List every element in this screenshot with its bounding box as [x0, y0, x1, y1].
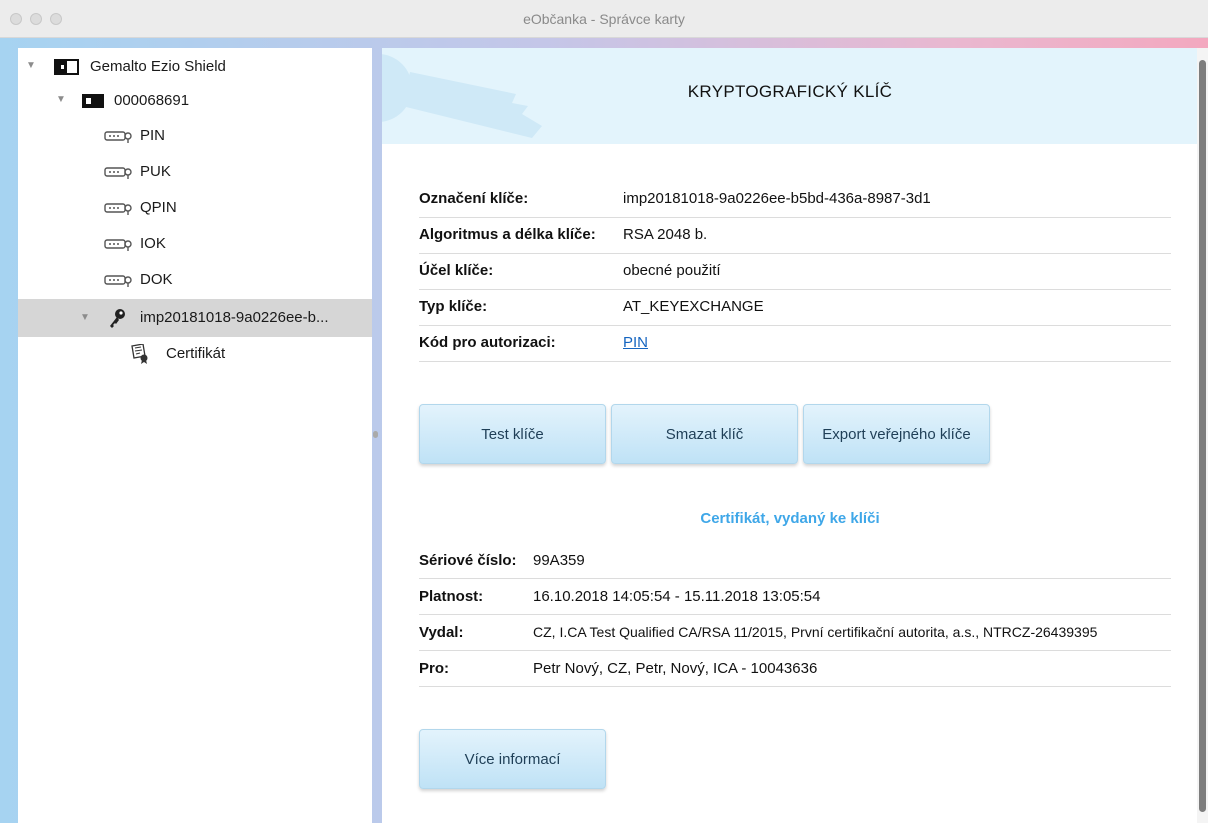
serial-number-label: Sériové číslo:	[419, 552, 517, 569]
window-title: eObčanka - Správce karty	[523, 11, 685, 27]
algorithm-value: RSA 2048 b.	[623, 226, 708, 243]
tree-item-key-selected[interactable]: ▼ imp20181018-9a0226ee-b...	[18, 299, 372, 337]
auth-code-value: PIN	[623, 334, 648, 351]
title-bar: eObčanka - Správce karty	[0, 0, 1208, 38]
subject-value: Petr Nový, CZ, Petr, Nový, ICA - 1004363…	[533, 660, 818, 677]
divider	[419, 253, 1171, 254]
algorithm-label: Algoritmus a délka klíče:	[419, 226, 596, 243]
tree-label-dok: DOK	[140, 271, 173, 288]
pin-keypad-icon	[104, 202, 134, 219]
key-type-value: AT_KEYEXCHANGE	[623, 298, 764, 315]
key-type-label: Typ klíče:	[419, 298, 488, 315]
export-public-key-button[interactable]: Export veřejného klíče	[803, 404, 990, 464]
divider	[419, 614, 1171, 615]
tree-item-card[interactable]: ▼ 000068691	[18, 84, 372, 118]
card-tree: ▼ Gemalto Ezio Shield ▼ 000068691 PIN PU…	[18, 48, 372, 823]
tree-item-certificate[interactable]: Certifikát	[18, 337, 372, 371]
tree-item-dok[interactable]: DOK	[18, 263, 372, 297]
tree-label-iok: IOK	[140, 235, 166, 252]
divider	[419, 361, 1171, 362]
purpose-value: obecné použití	[623, 262, 721, 279]
tree-label-pin: PIN	[140, 127, 166, 144]
tree-label-qpin: QPIN	[140, 199, 177, 216]
key-name-label: Označení klíče:	[419, 190, 529, 207]
tree-item-iok[interactable]: IOK	[18, 227, 372, 261]
delete-key-button[interactable]: Smazat klíč	[611, 404, 798, 464]
subject-label: Pro:	[419, 660, 449, 677]
divider	[419, 289, 1171, 290]
tree-label-puk: PUK	[140, 163, 171, 180]
certificate-heading: Certifikát, vydaný ke klíči	[700, 510, 880, 527]
validity-value: 16.10.2018 14:05:54 - 15.11.2018 13:05:5…	[533, 588, 821, 605]
pin-keypad-icon	[104, 274, 134, 291]
splitter-grip-icon[interactable]	[373, 431, 378, 438]
divider	[419, 650, 1171, 651]
test-key-button[interactable]: Test klíče	[419, 404, 606, 464]
tree-label-reader: Gemalto Ezio Shield	[90, 58, 226, 75]
auth-code-label: Kód pro autorizaci:	[419, 334, 556, 351]
scrollbar-thumb[interactable]	[1199, 60, 1206, 812]
issuer-value: CZ, I.CA Test Qualified CA/RSA 11/2015, …	[533, 624, 1098, 640]
purpose-label: Účel klíče:	[419, 262, 494, 279]
auth-code-link[interactable]: PIN	[623, 334, 648, 351]
validity-label: Platnost:	[419, 588, 484, 605]
tree-label-certificate: Certifikát	[166, 345, 226, 362]
collapse-arrow-icon[interactable]: ▼	[80, 312, 90, 323]
tree-item-reader[interactable]: ▼ Gemalto Ezio Shield	[18, 50, 372, 84]
tree-label-key: imp20181018-9a0226ee-b...	[140, 309, 329, 326]
collapse-arrow-icon[interactable]: ▼	[56, 94, 66, 105]
pin-keypad-icon	[104, 130, 134, 147]
divider	[419, 686, 1171, 687]
certificate-icon	[130, 343, 150, 368]
pin-keypad-icon	[104, 238, 134, 255]
divider	[419, 325, 1171, 326]
header-banner: KRYPTOGRAFICKÝ KLÍČ	[382, 48, 1198, 144]
tree-label-card: 000068691	[114, 92, 190, 109]
smart-card-icon	[82, 94, 104, 112]
page-title: KRYPTOGRAFICKÝ KLÍČ	[687, 82, 893, 101]
divider	[419, 217, 1171, 218]
divider	[419, 578, 1171, 579]
vertical-scrollbar[interactable]	[1197, 48, 1208, 823]
key-icon	[108, 308, 128, 332]
serial-number-value: 99A359	[533, 552, 585, 569]
tree-item-qpin[interactable]: QPIN	[18, 191, 372, 225]
pin-keypad-icon	[104, 166, 134, 183]
key-name-value: imp20181018-9a0226ee-b5bd-436a-8987-3d1	[623, 190, 931, 207]
card-reader-icon	[54, 59, 80, 79]
detail-panel: KRYPTOGRAFICKÝ KLÍČ Označení klíče: imp2…	[382, 48, 1198, 823]
tree-item-pin[interactable]: PIN	[18, 119, 372, 153]
tree-item-puk[interactable]: PUK	[18, 155, 372, 189]
issuer-label: Vydal:	[419, 624, 464, 641]
collapse-arrow-icon[interactable]: ▼	[26, 60, 36, 71]
more-info-button[interactable]: Více informací	[419, 729, 606, 789]
